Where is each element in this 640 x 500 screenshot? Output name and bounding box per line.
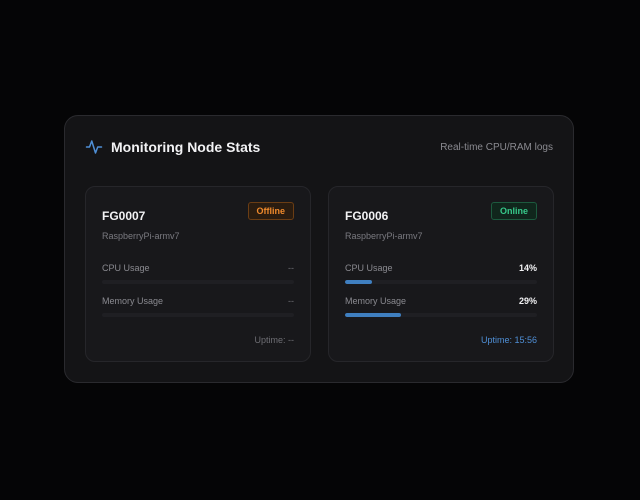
node-id: FG0006: [345, 209, 389, 223]
memory-usage-fill: [345, 313, 401, 317]
activity-icon: [85, 140, 103, 154]
cpu-usage-bar: [102, 280, 294, 284]
uptime-text: Uptime: --: [254, 335, 294, 345]
node-platform: RaspberryPi-armv7: [102, 231, 180, 241]
memory-usage-bar: [102, 313, 294, 317]
panel-subtitle: Real-time CPU/RAM logs: [440, 141, 553, 153]
cpu-usage-value: --: [288, 263, 294, 273]
cpu-usage-bar: [345, 280, 537, 284]
cpu-usage-value: 14%: [518, 263, 537, 273]
status-badge: Online: [490, 202, 537, 220]
memory-usage-value: --: [288, 296, 294, 306]
title-group: Monitoring Node Stats: [85, 138, 260, 156]
uptime-text: Uptime: 15:56: [480, 335, 537, 345]
cpu-usage-label: CPU Usage: [345, 263, 393, 273]
status-badge: Offline: [247, 202, 294, 220]
cpu-usage-label: CPU Usage: [102, 263, 150, 273]
memory-usage-bar: [345, 313, 537, 317]
node-stats-panel: Monitoring Node Stats Real-time CPU/RAM …: [64, 115, 574, 383]
panel-header: Monitoring Node Stats Real-time CPU/RAM …: [85, 136, 553, 158]
memory-usage-label: Memory Usage: [345, 296, 407, 306]
node-id: FG0007: [102, 209, 146, 223]
node-card-fg0006: FG0006 Online RaspberryPi-armv7 CPU Usag…: [328, 186, 554, 362]
node-platform: RaspberryPi-armv7: [345, 231, 423, 241]
memory-usage-label: Memory Usage: [102, 296, 164, 306]
panel-title: Monitoring Node Stats: [111, 139, 261, 155]
cpu-usage-fill: [345, 280, 372, 284]
node-card-fg0007: FG0007 Offline RaspberryPi-armv7 CPU Usa…: [85, 186, 311, 362]
memory-usage-value: 29%: [518, 296, 537, 306]
